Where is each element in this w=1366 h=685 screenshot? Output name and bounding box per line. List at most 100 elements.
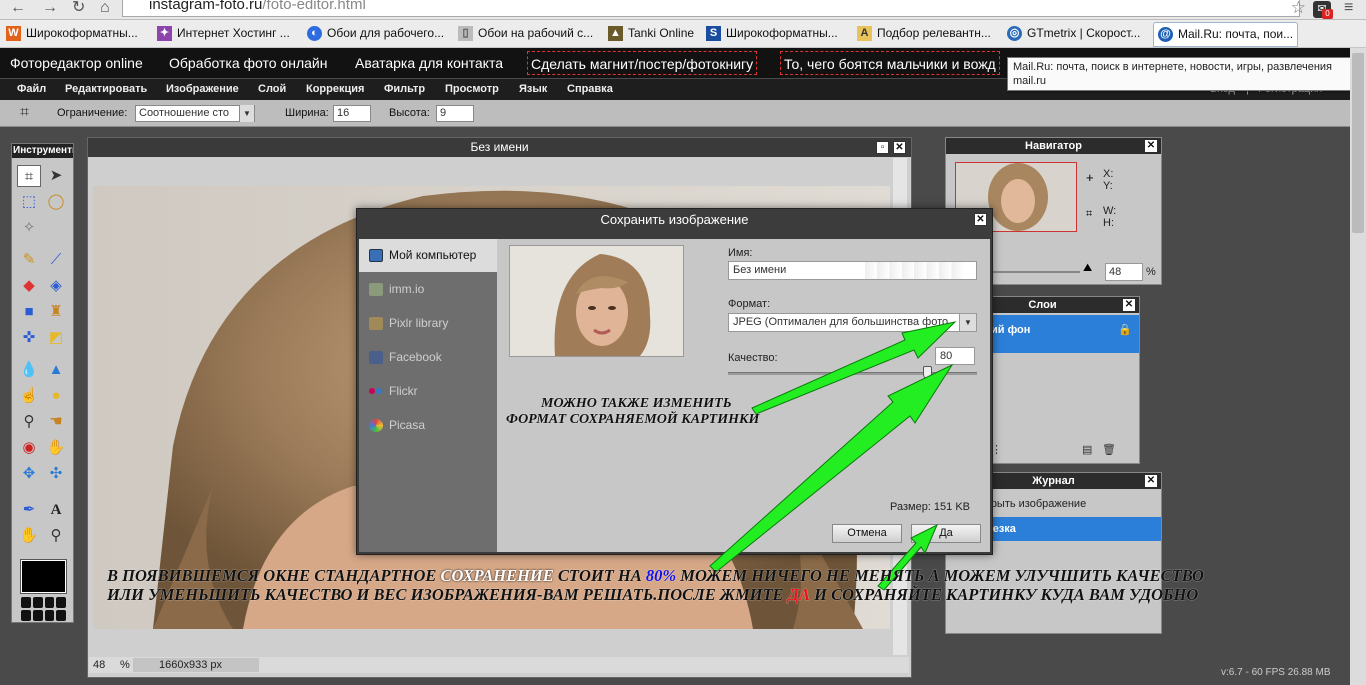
bookmark-item[interactable]: ◐ Обои для рабочего... bbox=[307, 20, 444, 47]
home-icon[interactable]: ⌂ bbox=[100, 0, 110, 16]
maximize-icon[interactable]: ▫ bbox=[876, 141, 889, 154]
bookmark-label: Mail.Ru: почта, пои... bbox=[1178, 27, 1294, 41]
sharpen-tool-icon[interactable]: ▲ bbox=[44, 359, 68, 381]
bookmark-item-active[interactable]: @ Mail.Ru: почта, пои... bbox=[1153, 22, 1299, 47]
site-menu-item[interactable]: Обработка фото онлайн bbox=[169, 48, 327, 78]
site-menu-item[interactable]: Сделать магнит/постер/фотокнигу bbox=[527, 51, 758, 75]
menu-view[interactable]: Просмотр bbox=[445, 79, 499, 100]
lasso-tool-icon[interactable]: ◯ bbox=[44, 191, 68, 213]
new-layer-icon[interactable]: ▤ bbox=[1082, 443, 1092, 456]
quality-slider[interactable] bbox=[728, 372, 977, 375]
shape-tool-icon[interactable]: ◩ bbox=[44, 327, 68, 349]
quality-input[interactable]: 80 bbox=[935, 347, 975, 365]
menu-edit[interactable]: Редактировать bbox=[65, 79, 147, 100]
instruction-highlight-red: ДА bbox=[787, 585, 810, 604]
bookmark-item[interactable]: S Широкоформатны... bbox=[706, 20, 838, 47]
grid-icon[interactable] bbox=[21, 597, 66, 621]
bookmark-item[interactable]: ▯ Обои на рабочий с... bbox=[458, 20, 593, 47]
chevron-down-icon[interactable]: ▼ bbox=[239, 105, 254, 122]
pencil-tool-icon[interactable]: ✎ bbox=[17, 249, 41, 271]
width-input[interactable]: 16 bbox=[333, 105, 371, 122]
smudge-tool-icon[interactable]: ☝ bbox=[17, 385, 41, 407]
page-scrollbar[interactable] bbox=[1350, 48, 1366, 685]
menu-adjustment[interactable]: Коррекция bbox=[306, 79, 364, 100]
navigator-zoom-slider[interactable] bbox=[988, 271, 1080, 273]
bookmark-star-icon[interactable]: ☆ bbox=[1291, 0, 1306, 18]
quality-slider-handle[interactable] bbox=[923, 366, 933, 379]
blur-tool-icon[interactable]: 💧 bbox=[17, 359, 41, 381]
stamp-tool-icon[interactable]: ♜ bbox=[44, 301, 68, 323]
spot-heal-tool-icon[interactable]: ✋ bbox=[44, 437, 68, 459]
crop-tool-icon[interactable]: ⌗ bbox=[17, 165, 41, 187]
menu-file[interactable]: Файл bbox=[17, 79, 46, 100]
bookmark-item[interactable]: ▲ Tanki Online bbox=[608, 20, 694, 47]
close-icon[interactable]: ✕ bbox=[893, 141, 906, 154]
bookmark-item[interactable]: A Подбор релевантн... bbox=[857, 20, 991, 47]
ok-button[interactable]: Да bbox=[911, 524, 981, 543]
source-facebook[interactable]: Facebook bbox=[359, 341, 497, 374]
close-icon[interactable]: ✕ bbox=[1123, 299, 1135, 311]
eraser-tool-icon[interactable]: ◆ bbox=[17, 275, 41, 297]
forward-icon[interactable]: → bbox=[42, 0, 58, 16]
source-picasa[interactable]: Picasa bbox=[359, 409, 497, 442]
bookmark-item[interactable]: ◎ GTmetrix | Скорост... bbox=[1007, 20, 1140, 47]
zoom-unit: % bbox=[120, 659, 130, 671]
sponge-tool-icon[interactable]: ● bbox=[44, 385, 68, 407]
site-menu-item[interactable]: То, чего боятся мальчики и вожд bbox=[780, 51, 1000, 75]
reload-icon[interactable]: ↻ bbox=[72, 0, 85, 16]
source-flickr[interactable]: Flickr bbox=[359, 375, 497, 408]
heal-tool-icon[interactable]: ✜ bbox=[17, 327, 41, 349]
pinch-tool-icon[interactable]: ✣ bbox=[44, 463, 68, 485]
file-size: Размер: 151 KB bbox=[890, 501, 971, 513]
red-eye-tool-icon[interactable]: ◉ bbox=[17, 437, 41, 459]
dodge-tool-icon[interactable]: ⚲ bbox=[17, 411, 41, 433]
zoom-tool-icon[interactable]: ⚲ bbox=[44, 525, 68, 547]
bloat-tool-icon[interactable]: ✥ bbox=[17, 463, 41, 485]
source-imm-io[interactable]: imm.io bbox=[359, 273, 497, 306]
navigator-zoom-input[interactable]: 48 bbox=[1105, 263, 1143, 281]
format-select[interactable]: JPEG (Оптимален для большинства фото ▼ bbox=[728, 313, 977, 332]
close-icon[interactable]: ✕ bbox=[1145, 140, 1157, 152]
menu-icon[interactable]: ≡ bbox=[1344, 0, 1353, 16]
gradient-tool-icon[interactable]: ■ bbox=[17, 301, 41, 323]
close-icon[interactable]: ✕ bbox=[974, 213, 987, 226]
source-my-computer[interactable]: Мой компьютер bbox=[359, 239, 497, 272]
instruction-text: В ПОЯВИВШЕМСЯ ОКНЕ СТАНДАРТНОЕ СОХРАНЕНИ… bbox=[107, 566, 1204, 604]
delete-layer-icon[interactable]: 🗑 bbox=[1102, 443, 1116, 456]
color-swatch[interactable] bbox=[20, 559, 67, 594]
menu-layer[interactable]: Слой bbox=[258, 79, 286, 100]
format-note-line1: МОЖНО ТАКЖЕ ИЗМЕНИТЬ bbox=[541, 396, 732, 411]
bookmark-favicon-icon: ◎ bbox=[1007, 26, 1022, 41]
site-menu-item[interactable]: Фоторедактор online bbox=[10, 48, 143, 78]
menu-image[interactable]: Изображение bbox=[166, 79, 239, 100]
color-picker-icon[interactable]: ✒ bbox=[17, 499, 41, 521]
zoom-in-icon[interactable]: ⛰ bbox=[1083, 262, 1092, 275]
bookmark-item[interactable]: ✦ Интернет Хостинг ... bbox=[157, 20, 290, 47]
constraint-select[interactable]: Соотношение сто ▼ bbox=[135, 105, 255, 122]
scrollbar-thumb[interactable] bbox=[1352, 53, 1364, 233]
bookmark-item[interactable]: W Широкоформатны... bbox=[6, 20, 138, 47]
burn-tool-icon[interactable]: ☚ bbox=[44, 411, 68, 433]
hand-tool-icon[interactable]: ✋ bbox=[17, 525, 41, 547]
site-menu-item[interactable]: Аватарка для контакта bbox=[355, 48, 503, 78]
close-icon[interactable]: ✕ bbox=[1145, 475, 1157, 487]
menu-language[interactable]: Язык bbox=[519, 79, 547, 100]
back-icon[interactable]: ← bbox=[10, 0, 26, 16]
zoom-value[interactable]: 48 bbox=[93, 657, 105, 673]
marquee-tool-icon[interactable]: ⬚ bbox=[17, 191, 41, 213]
menu-help[interactable]: Справка bbox=[567, 79, 613, 100]
menu-filter[interactable]: Фильтр bbox=[384, 79, 425, 100]
text-tool-icon[interactable]: A bbox=[44, 499, 68, 521]
url-field[interactable]: instagram-foto.ru/foto-editor.html bbox=[122, 0, 1300, 17]
name-input[interactable]: Без имени bbox=[728, 261, 977, 280]
magic-wand-icon[interactable]: ✧ bbox=[17, 217, 41, 239]
source-pixlr-library[interactable]: Pixlr library bbox=[359, 307, 497, 340]
height-input[interactable]: 9 bbox=[436, 105, 474, 122]
cancel-button[interactable]: Отмена bbox=[832, 524, 902, 543]
move-tool-icon[interactable]: ➤ bbox=[44, 165, 68, 187]
bucket-tool-icon[interactable]: ◈ bbox=[44, 275, 68, 297]
chevron-down-icon[interactable]: ▼ bbox=[959, 314, 976, 331]
bookmark-favicon-icon: A bbox=[857, 26, 872, 41]
crosshair-icon: + bbox=[1086, 170, 1094, 185]
brush-tool-icon[interactable]: ⟋ bbox=[44, 249, 68, 271]
